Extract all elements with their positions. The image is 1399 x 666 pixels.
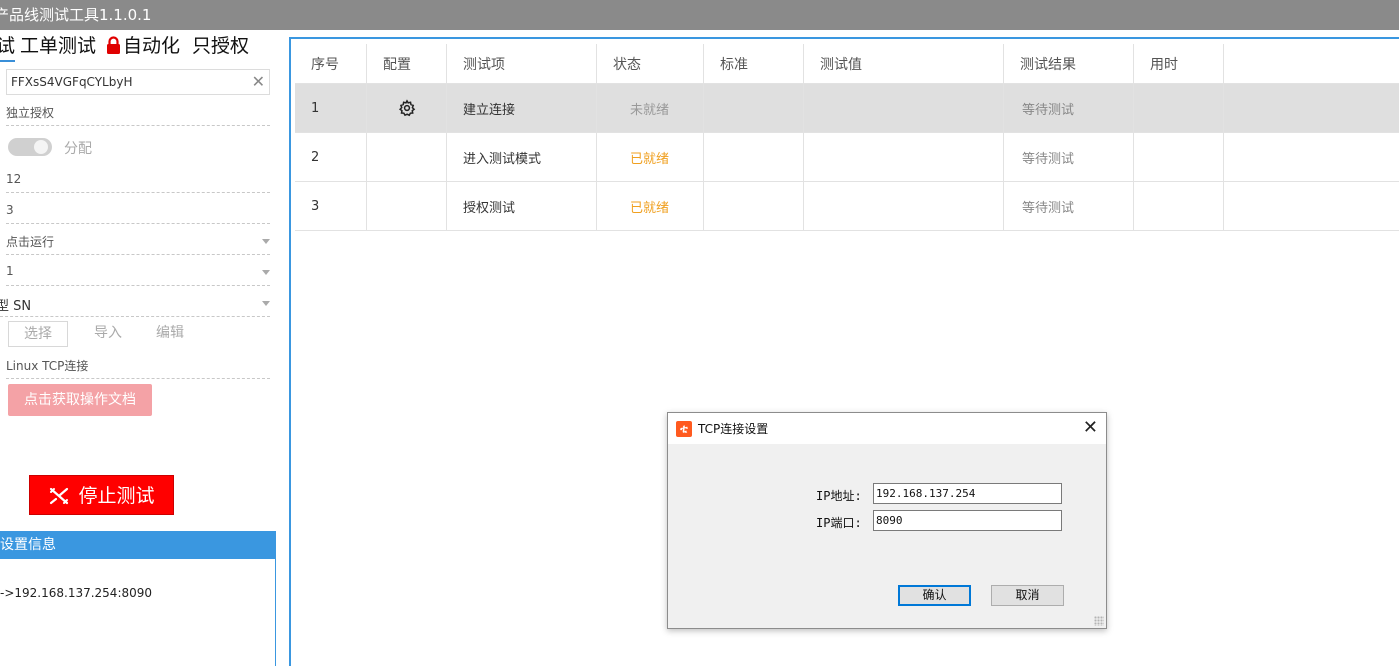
- tab-automation[interactable]: 自动化: [106, 32, 180, 60]
- row-standard: [704, 182, 804, 230]
- count-select-value: 1: [6, 264, 14, 278]
- connection-value: Linux TCP连接: [6, 359, 89, 373]
- header-time: 用时: [1134, 44, 1224, 83]
- number-field-2[interactable]: 3: [6, 203, 270, 224]
- clear-icon[interactable]: ✕: [252, 70, 265, 94]
- table-row[interactable]: 1 建立连接 未就绪 等待测试: [295, 84, 1399, 133]
- gear-icon[interactable]: [398, 99, 416, 117]
- import-button[interactable]: 导入: [92, 321, 124, 347]
- row-status: 已就绪: [597, 133, 704, 181]
- connection-info-line: ->192.168.137.254:8090: [0, 586, 153, 600]
- row-item: 授权测试: [447, 182, 597, 230]
- row-index: 2: [295, 133, 367, 181]
- table-header-row: 序号 配置 测试项 状态 标准 测试值 测试结果 用时: [295, 44, 1399, 84]
- dialog-title: TCP连接设置: [698, 422, 769, 436]
- row-index: 3: [295, 182, 367, 230]
- header-config: 配置: [367, 44, 447, 83]
- ip-address-value: 192.168.137.254: [876, 487, 976, 500]
- cancel-button[interactable]: 取消: [991, 585, 1064, 606]
- sn-select-value: SN: [13, 299, 32, 314]
- run-mode-value: 点击运行: [6, 235, 55, 249]
- row-standard: [704, 133, 804, 181]
- sn-select[interactable]: 型 SN: [0, 295, 270, 317]
- ip-address-label: IP地址:: [816, 489, 862, 503]
- select-button[interactable]: 选择: [8, 321, 68, 347]
- stop-plug-icon: [50, 487, 69, 505]
- mode-tabs: 试 工单测试 自动化 只授权: [0, 30, 280, 62]
- edit-button[interactable]: 编辑: [154, 321, 186, 347]
- assign-toggle[interactable]: [8, 138, 52, 156]
- row-time: [1134, 182, 1224, 230]
- app-logo-icon: ቲ: [676, 421, 692, 437]
- row-value: [804, 182, 1004, 230]
- chevron-down-icon: [262, 239, 270, 244]
- settings-info-header: 设置信息: [0, 531, 276, 559]
- run-mode-select[interactable]: 点击运行: [6, 233, 270, 255]
- tab-test[interactable]: 试: [0, 32, 16, 62]
- header-index: 序号: [295, 44, 367, 83]
- assign-toggle-label: 分配: [64, 141, 92, 157]
- left-panel: 试 工单测试 自动化 只授权 FFXsS4VGFqCYLbyH ✕ 独立授权 分…: [0, 30, 280, 666]
- get-docs-button[interactable]: 点击获取操作文档: [8, 384, 152, 416]
- row-filler: [1224, 133, 1399, 181]
- number-field-1-value: 12: [6, 172, 22, 186]
- row-item: 进入测试模式: [447, 133, 597, 181]
- auth-mode-value: 独立授权: [6, 106, 55, 120]
- row-result: 等待测试: [1004, 84, 1134, 132]
- chevron-down-icon: [262, 301, 270, 306]
- chevron-down-icon: [262, 270, 270, 275]
- row-result: 等待测试: [1004, 182, 1134, 230]
- window-title: 产品线测试工具1.1.0.1: [0, 6, 152, 24]
- key-input-value: FFXsS4VGFqCYLbyH: [11, 75, 133, 89]
- ip-port-label: IP端口:: [816, 516, 862, 530]
- row-config: [367, 182, 447, 230]
- row-value: [804, 84, 1004, 132]
- tab-auth-only[interactable]: 只授权: [192, 32, 249, 60]
- row-filler: [1224, 182, 1399, 230]
- number-field-2-value: 3: [6, 203, 14, 217]
- resize-grip-icon[interactable]: [1094, 616, 1104, 626]
- row-standard: [704, 84, 804, 132]
- header-value: 测试值: [804, 44, 1004, 83]
- table-row[interactable]: 3 授权测试 已就绪 等待测试: [295, 182, 1399, 231]
- row-status: 已就绪: [597, 182, 704, 230]
- row-result: 等待测试: [1004, 133, 1134, 181]
- row-filler: [1224, 84, 1399, 132]
- tab-work-order-test[interactable]: 工单测试: [20, 32, 96, 60]
- ip-port-input[interactable]: 8090: [873, 510, 1062, 531]
- window-title-bar: 产品线测试工具1.1.0.1: [0, 0, 1399, 30]
- row-status: 未就绪: [597, 84, 704, 132]
- ip-port-value: 8090: [876, 514, 903, 527]
- header-result: 测试结果: [1004, 44, 1134, 83]
- sn-select-prefix: 型: [0, 299, 10, 314]
- row-index: 1: [295, 84, 367, 132]
- key-input[interactable]: FFXsS4VGFqCYLbyH ✕: [6, 69, 270, 95]
- connection-field[interactable]: Linux TCP连接: [6, 357, 270, 379]
- table-row[interactable]: 2 进入测试模式 已就绪 等待测试: [295, 133, 1399, 182]
- header-filler: [1224, 44, 1399, 83]
- stop-test-label: 停止测试: [78, 485, 155, 507]
- ip-address-input[interactable]: 192.168.137.254: [873, 483, 1062, 504]
- close-icon[interactable]: ✕: [1083, 418, 1098, 438]
- count-select[interactable]: 1: [6, 264, 270, 286]
- row-item: 建立连接: [447, 84, 597, 132]
- row-config: [367, 133, 447, 181]
- settings-info-panel: ->192.168.137.254:8090: [0, 559, 276, 666]
- stop-test-button[interactable]: 停止测试: [29, 475, 174, 515]
- row-time: [1134, 133, 1224, 181]
- settings-info-title: 设置信息: [0, 537, 56, 553]
- header-standard: 标准: [704, 44, 804, 83]
- tab-automation-label: 自动化: [123, 35, 181, 57]
- confirm-button[interactable]: 确认: [898, 585, 971, 606]
- lock-icon: [107, 36, 120, 54]
- auth-mode-field[interactable]: 独立授权: [6, 104, 270, 126]
- header-status: 状态: [597, 44, 704, 83]
- dialog-title-bar[interactable]: ቲ TCP连接设置 ✕: [668, 413, 1106, 444]
- number-field-1[interactable]: 12: [6, 172, 270, 193]
- row-config: [367, 84, 447, 132]
- tcp-settings-dialog: ቲ TCP连接设置 ✕ IP地址: 192.168.137.254 IP端口: …: [667, 412, 1107, 629]
- header-item: 测试项: [447, 44, 597, 83]
- row-value: [804, 133, 1004, 181]
- row-time: [1134, 84, 1224, 132]
